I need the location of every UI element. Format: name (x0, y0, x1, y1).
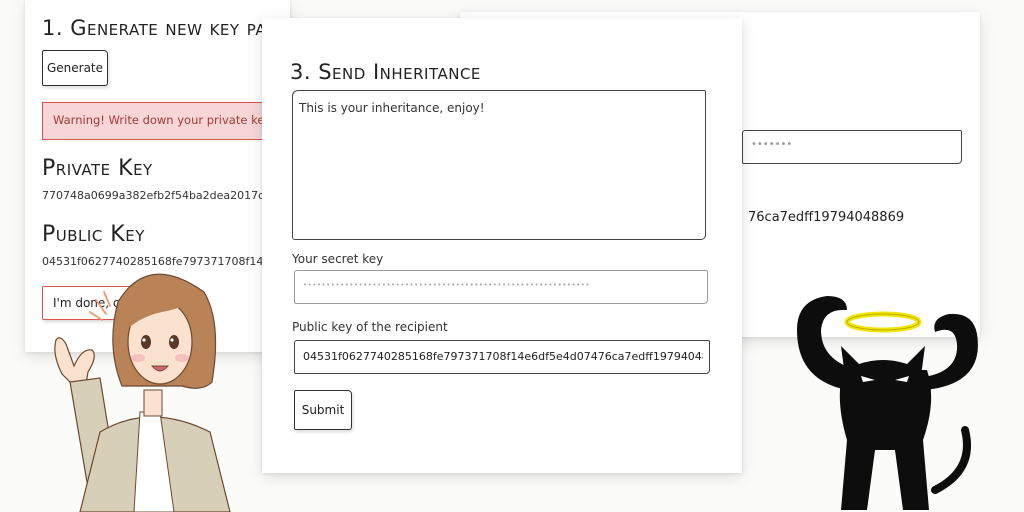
message-text: This is your inheritance, enjoy! (299, 101, 485, 115)
recipient-key-input[interactable]: 04531f0627740285168fe797371708f14e6df5e4… (294, 340, 710, 374)
woman-pointing-illustration (54, 273, 231, 512)
submit-button[interactable]: Submit (294, 390, 352, 430)
send-inheritance-card: 3. Send Inheritance This is your inherit… (262, 18, 742, 473)
warning-text: Warning! Write down your private key! Ge (53, 113, 292, 127)
warning-banner: Warning! Write down your private key! Ge (42, 102, 292, 140)
black-cat-angel-illustration (797, 296, 978, 510)
public-key-heading: Public Key (42, 222, 145, 247)
private-key-heading: Private Key (42, 156, 153, 181)
secret-key-label: Your secret key (292, 252, 384, 266)
secret-key-input[interactable]: ••••••••••••••••••••••••••••••••••••••••… (294, 270, 708, 304)
recipient-label: Public key of the recipient (292, 320, 448, 334)
secret-key-value: ••••••••••••••••••••••••••••••••••••••••… (303, 281, 590, 289)
masked-field[interactable]: ••••••• (742, 130, 962, 164)
send-inheritance-heading: 3. Send Inheritance (290, 60, 481, 84)
message-textarea[interactable]: This is your inheritance, enjoy! (292, 90, 706, 240)
generate-heading: 1. Generate new key pa (42, 16, 267, 40)
generate-button[interactable]: Generate (42, 50, 108, 86)
private-key-value: 770748a0699a382efb2f54ba2dea2017ce25b4 (42, 189, 274, 202)
public-key-fragment: 76ca7edff19794048869 (748, 210, 905, 225)
masked-field-value: ••••••• (751, 139, 793, 150)
recipient-key-value: 04531f0627740285168fe797371708f14e6df5e4… (303, 350, 703, 363)
